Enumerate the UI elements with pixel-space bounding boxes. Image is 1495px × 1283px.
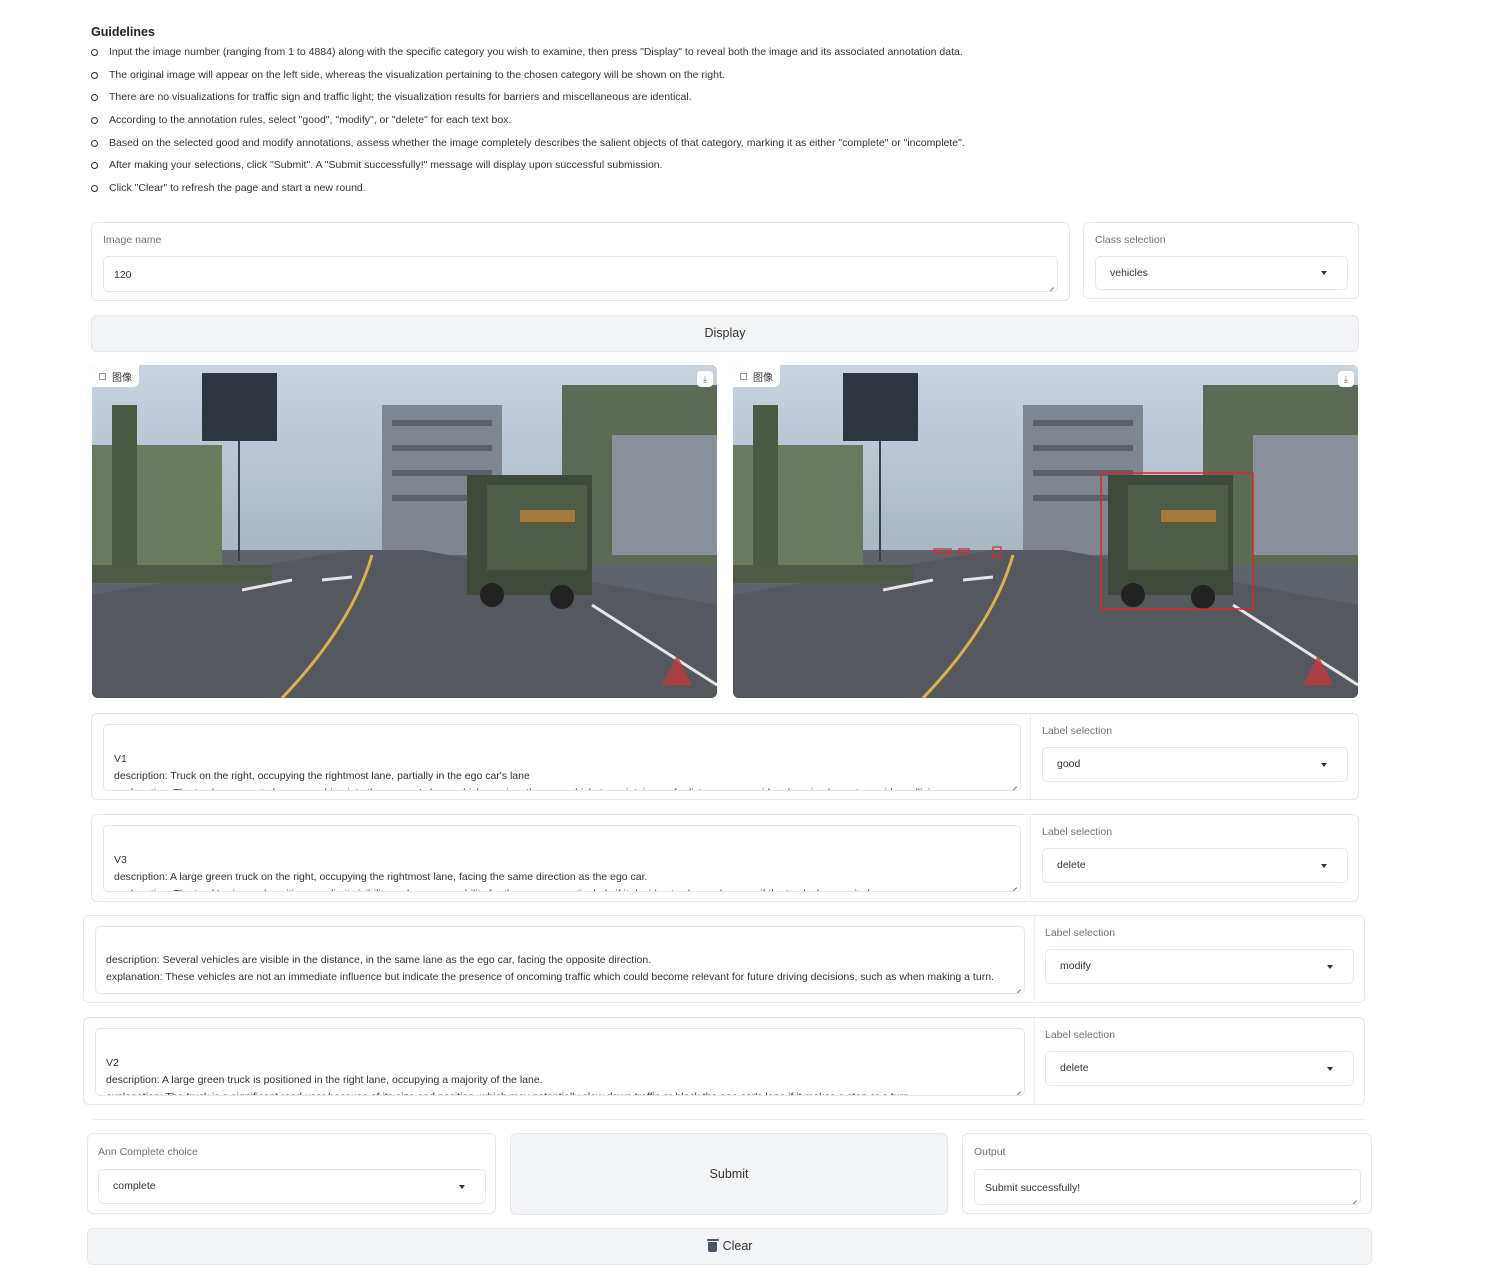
label-selection-title: Label selection — [1045, 927, 1116, 939]
annotation-text: V2 description: A large green truck is p… — [106, 1057, 912, 1095]
guideline-item: According to the annotation rules, selec… — [91, 113, 1091, 136]
visualization-image: 图像 ⤓ — [733, 365, 1358, 698]
original-image: 图像 ⤓ — [92, 365, 717, 698]
guideline-item: There are no visualizations for traffic … — [91, 90, 1091, 113]
resize-handle-icon[interactable] — [1046, 280, 1054, 288]
annotation-textbox[interactable]: V1 description: Truck on the right, occu… — [103, 724, 1021, 791]
guideline-item: Click "Clear" to refresh the page and st… — [91, 181, 1091, 204]
submit-button[interactable]: Submit — [510, 1133, 948, 1215]
guidelines-section: Guidelines Input the image number (rangi… — [91, 25, 1091, 204]
ann-complete-value: complete — [113, 1180, 156, 1192]
resize-handle-icon[interactable] — [1013, 982, 1021, 990]
display-button[interactable]: Display — [91, 315, 1359, 352]
chevron-down-icon — [459, 1184, 465, 1189]
image-name-input[interactable]: 120 — [103, 256, 1058, 292]
clear-label: Clear — [722, 1239, 753, 1253]
label-selection-dropdown[interactable]: good — [1042, 747, 1348, 782]
annotation-textbox[interactable]: description: Several vehicles are visibl… — [95, 926, 1025, 994]
ann-complete-panel: Ann Complete choice complete — [87, 1133, 496, 1214]
label-selection-value: modify — [1060, 960, 1091, 972]
class-selection-value: vehicles — [1110, 267, 1148, 279]
ann-complete-dropdown[interactable]: complete — [98, 1169, 486, 1204]
chevron-down-icon — [1321, 762, 1327, 767]
clear-button[interactable]: Clear — [87, 1228, 1372, 1265]
chevron-down-icon — [1327, 964, 1333, 969]
chevron-down-icon — [1327, 1066, 1333, 1071]
output-value: Submit successfully! — [985, 1182, 1081, 1194]
annotation-row: V3 description: A large green truck on t… — [91, 814, 1359, 902]
label-selection-value: good — [1057, 758, 1081, 770]
resize-handle-icon[interactable] — [1009, 880, 1017, 888]
guideline-item: The original image will appear on the le… — [91, 68, 1091, 91]
class-selection-panel: Class selection vehicles — [1083, 222, 1359, 299]
street-scene-annotated-image — [733, 365, 1358, 698]
class-selection-dropdown[interactable]: vehicles — [1095, 256, 1348, 290]
output-textbox[interactable]: Submit successfully! — [974, 1169, 1361, 1205]
image-tag-label: 图像 — [753, 372, 773, 384]
annotation-row: description: Several vehicles are visibl… — [83, 915, 1365, 1003]
ann-complete-label: Ann Complete choice — [98, 1146, 198, 1158]
image-tag: 图像 — [733, 365, 780, 387]
download-icon[interactable]: ⤓ — [1338, 371, 1354, 387]
annotation-textbox[interactable]: V2 description: A large green truck is p… — [95, 1028, 1025, 1096]
image-name-value: 120 — [114, 269, 132, 281]
label-selection-title: Label selection — [1042, 826, 1113, 838]
chevron-down-icon — [1321, 271, 1327, 275]
image-tag-label: 图像 — [112, 372, 132, 384]
label-selection-dropdown[interactable]: modify — [1045, 949, 1354, 984]
annotation-text: V1 description: Truck on the right, occu… — [114, 753, 945, 790]
divider — [91, 1119, 1366, 1120]
label-selection-dropdown[interactable]: delete — [1042, 848, 1348, 883]
image-icon — [740, 372, 747, 380]
annotation-text: V3 description: A large green truck on t… — [114, 854, 890, 891]
annotation-row: V2 description: A large green truck is p… — [83, 1017, 1365, 1105]
annotation-textbox[interactable]: V3 description: A large green truck on t… — [103, 825, 1021, 892]
resize-handle-icon[interactable] — [1013, 1084, 1021, 1092]
label-selection-title: Label selection — [1042, 725, 1113, 737]
output-label: Output — [974, 1146, 1006, 1158]
resize-handle-icon[interactable] — [1349, 1193, 1357, 1201]
image-tag: 图像 — [92, 365, 139, 387]
image-name-label: Image name — [103, 234, 162, 246]
class-selection-label: Class selection — [1095, 234, 1166, 246]
image-name-panel: Image name 120 — [91, 222, 1070, 301]
label-selection-title: Label selection — [1045, 1029, 1116, 1041]
annotation-text: description: Several vehicles are visibl… — [106, 954, 994, 983]
guidelines-list: Input the image number (ranging from 1 t… — [91, 45, 1091, 204]
label-selection-value: delete — [1057, 859, 1086, 871]
image-icon — [99, 372, 106, 380]
output-panel: Output Submit successfully! — [962, 1133, 1372, 1214]
street-scene-image — [92, 365, 717, 698]
label-selection-value: delete — [1060, 1062, 1089, 1074]
guidelines-title: Guidelines — [91, 25, 155, 39]
trash-icon — [706, 1239, 719, 1252]
download-icon[interactable]: ⤓ — [697, 371, 713, 387]
guideline-item: After making your selections, click "Sub… — [91, 158, 1091, 181]
label-selection-dropdown[interactable]: delete — [1045, 1051, 1354, 1086]
chevron-down-icon — [1321, 863, 1327, 868]
guideline-item: Input the image number (ranging from 1 t… — [91, 45, 1091, 68]
annotation-row: V1 description: Truck on the right, occu… — [91, 713, 1359, 800]
resize-handle-icon[interactable] — [1009, 779, 1017, 787]
guideline-item: Based on the selected good and modify an… — [91, 136, 1091, 159]
